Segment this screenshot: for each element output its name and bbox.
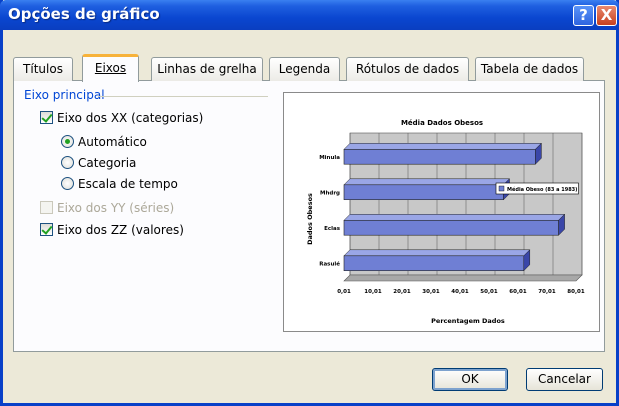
tick-label: 10,01 <box>364 289 382 295</box>
bar <box>343 255 525 272</box>
radio-icon <box>61 135 74 148</box>
timescale-radio[interactable]: Escala de tempo <box>61 177 178 191</box>
tick-label: 40,01 <box>451 289 469 295</box>
category-label: Minula <box>319 155 340 161</box>
legend-label: Média Obeso (83 a 1983) <box>507 186 577 193</box>
tick-label: 60,01 <box>509 289 527 295</box>
chart-svg: Média Dados Obesos Percentagem Dados Dad… <box>306 119 585 325</box>
bar <box>343 184 504 201</box>
tab-data-labels[interactable]: Rótulos de dados <box>346 57 469 81</box>
bar <box>343 219 559 236</box>
chart-preview: Média Dados Obesos Percentagem Dados Dad… <box>283 92 600 332</box>
tick-label: 20,01 <box>393 289 411 295</box>
tab-axes[interactable]: Eixos <box>82 54 139 82</box>
chart-floor <box>343 274 583 282</box>
bar-top <box>343 143 543 150</box>
y-axis-checkbox: Eixo dos YY (séries) <box>40 201 174 215</box>
category-label: Mhdrg <box>320 190 340 196</box>
ok-button[interactable]: OK <box>432 368 508 391</box>
chart-xlabel: Percentagem Dados <box>431 317 505 325</box>
automatic-radio[interactable]: Automático <box>61 135 147 149</box>
chart-ylabel: Dados Obesos <box>306 193 314 245</box>
help-button[interactable]: ? <box>573 5 594 26</box>
category-label: Eclas <box>324 226 341 232</box>
tick-label: 50,01 <box>480 289 498 295</box>
bar-top <box>343 178 511 186</box>
checkbox-icon <box>40 111 53 124</box>
title-bar: Opções de gráfico ? X <box>0 0 619 30</box>
tick-label: 70,01 <box>538 289 556 295</box>
bar-top <box>343 249 531 257</box>
category-radio[interactable]: Categoria <box>61 156 136 170</box>
radio-icon <box>61 156 74 169</box>
category-label: Rasulé <box>319 260 340 267</box>
tab-data-table[interactable]: Tabela de dados <box>475 57 584 81</box>
chart-title: Média Dados Obesos <box>401 119 483 127</box>
legend-swatch <box>498 185 505 192</box>
tab-gridlines[interactable]: Linhas de grelha <box>151 57 263 81</box>
checkbox-icon <box>40 223 53 236</box>
bar-top <box>343 214 566 221</box>
close-button[interactable]: X <box>596 5 617 26</box>
z-axis-checkbox[interactable]: Eixo dos ZZ (valores) <box>40 223 184 237</box>
tick-label: 0,01 <box>337 289 351 295</box>
tick-label: 30,01 <box>422 289 440 295</box>
bar <box>343 148 536 165</box>
tab-legend[interactable]: Legenda <box>269 57 340 81</box>
tab-titles[interactable]: Títulos <box>13 57 73 81</box>
cancel-button[interactable]: Cancelar <box>526 368 603 391</box>
radio-icon <box>61 177 74 190</box>
group-divider <box>98 96 268 97</box>
checkbox-icon <box>40 201 53 214</box>
primary-axis-group-label: Eixo principal <box>24 88 105 102</box>
dialog-title: Opções de gráfico <box>8 5 160 23</box>
x-axis-checkbox[interactable]: Eixo dos XX (categorias) <box>40 111 203 125</box>
tick-label: 80,01 <box>567 289 585 295</box>
